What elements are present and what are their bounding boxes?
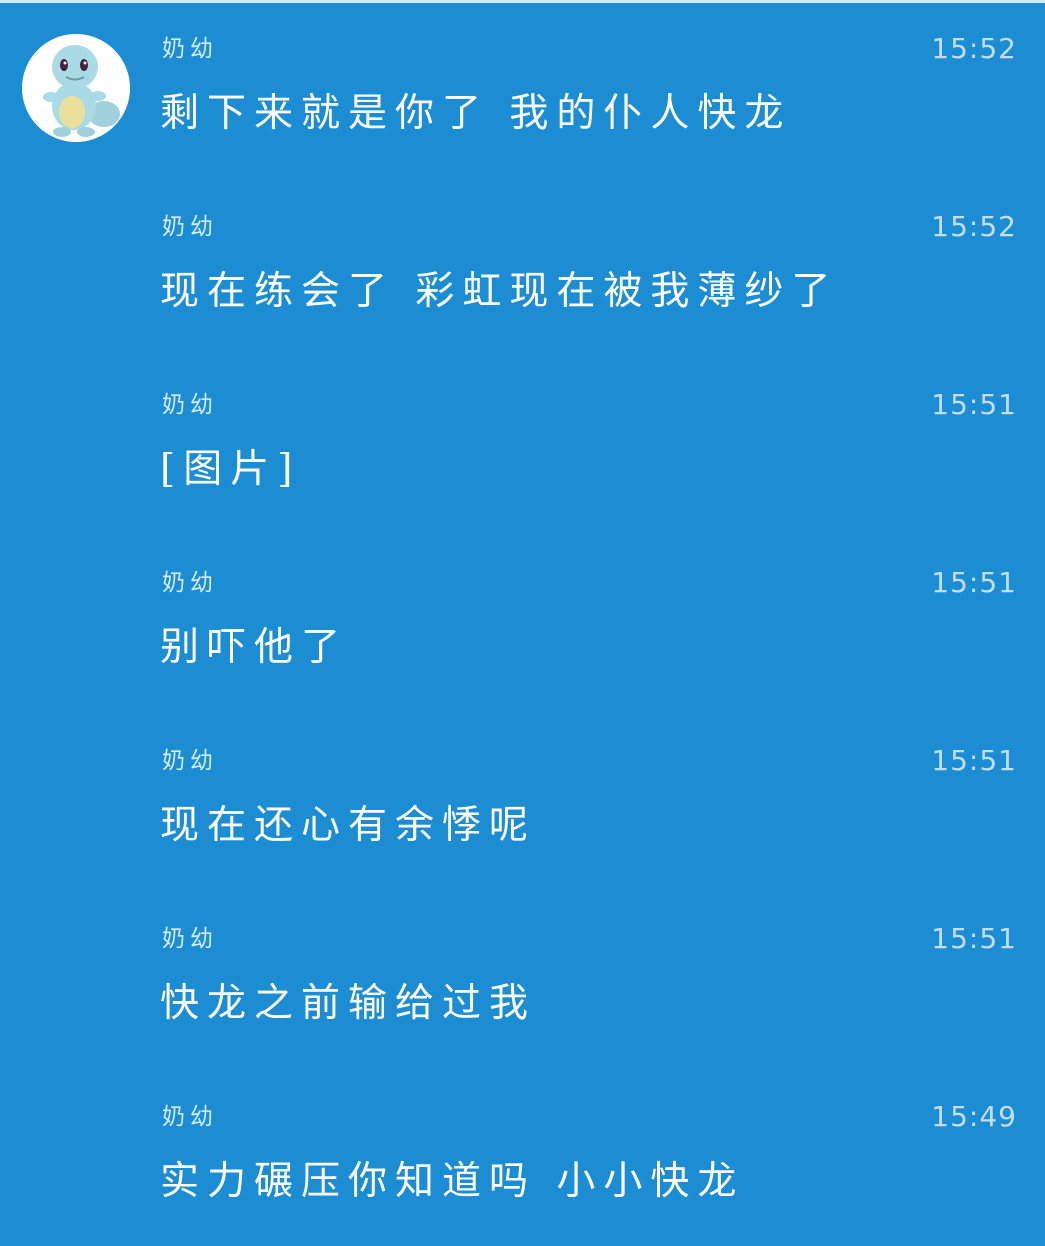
message-row[interactable]: 奶幼 15:51 别吓他了: [0, 534, 1045, 712]
message-text: 剩下来就是你了 我的仆人快龙: [160, 91, 792, 136]
message-time: 15:52: [931, 32, 1017, 65]
message-text: 现在练会了 彩虹现在被我薄纱了: [160, 269, 839, 314]
message-time: 15:51: [931, 388, 1017, 421]
sender-name: 奶幼: [162, 748, 218, 774]
message-time: 15:52: [931, 210, 1017, 243]
message-text: 别吓他了: [160, 625, 349, 670]
message-time: 15:51: [931, 566, 1017, 599]
message-row[interactable]: 奶幼 15:51 [图片]: [0, 356, 1045, 534]
message-row[interactable]: 奶幼 15:49 实力碾压你知道吗 小小快龙: [0, 1068, 1045, 1246]
message-row[interactable]: 奶幼 15:52 现在练会了 彩虹现在被我薄纱了: [0, 178, 1045, 356]
message-time: 15:49: [931, 1100, 1017, 1133]
sender-name: 奶幼: [162, 36, 218, 62]
message-time: 15:51: [931, 744, 1017, 777]
image-placeholder-text[interactable]: [图片]: [160, 442, 1010, 498]
sender-name: 奶幼: [162, 214, 218, 240]
message-text: 实力碾压你知道吗 小小快龙: [160, 1159, 745, 1204]
sender-name: 奶幼: [162, 392, 218, 418]
sender-name: 奶幼: [162, 926, 218, 952]
message-time: 15:51: [931, 922, 1017, 955]
squirtle-avatar-icon[interactable]: [22, 34, 130, 142]
message-text: 快龙之前输给过我: [160, 981, 537, 1026]
message-row[interactable]: 奶幼 15:52 剩下来就是你了 我的仆人快龙: [0, 0, 1045, 178]
message-row[interactable]: 奶幼 15:51 现在还心有余悸呢: [0, 712, 1045, 890]
message-row[interactable]: 奶幼 15:51 快龙之前输给过我: [0, 890, 1045, 1068]
sender-name: 奶幼: [162, 570, 218, 596]
sender-name: 奶幼: [162, 1104, 218, 1130]
message-text: 现在还心有余悸呢: [160, 803, 537, 848]
